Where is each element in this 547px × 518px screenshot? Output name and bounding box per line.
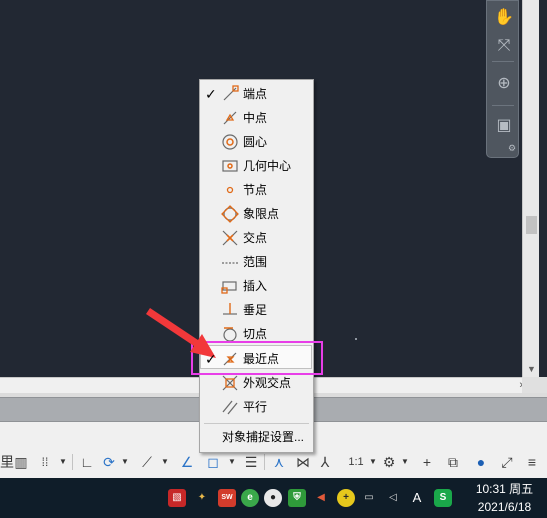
object-tracking-icon[interactable]: ∠ [178, 452, 196, 472]
navbar-divider [492, 105, 514, 106]
taskbar: ▧ ✦ SW e ● ⛨ ◀ + ▭ ◁ A S 10:31 周五 2021/6… [0, 478, 547, 518]
clean-screen-icon[interactable]: ⤢ [498, 452, 516, 472]
annotation-visibility-icon[interactable]: ⋏ [270, 452, 288, 472]
customize-menu-icon[interactable]: ≡ [522, 452, 542, 472]
clock[interactable]: 10:31 周五 2021/6/18 [462, 480, 547, 516]
edge-browser-icon[interactable]: e [241, 489, 259, 507]
status-divider [264, 454, 265, 470]
snap-mode-icon[interactable]: ⁞⁞ [36, 452, 54, 472]
network-pin-icon[interactable]: ✦ [193, 489, 211, 507]
geometric-center-snap-icon [221, 157, 239, 175]
canvas-point [355, 338, 357, 340]
snap-menu-item[interactable]: 象限点 [200, 202, 313, 226]
snap-menu-item[interactable]: 几何中心 [200, 154, 313, 178]
navbar-divider [492, 61, 514, 62]
menu-item-label: 圆心 [243, 135, 268, 149]
ortho-icon[interactable]: ∟ [78, 452, 96, 472]
snap-menu-item[interactable]: ✓ 最近点 [200, 347, 313, 371]
annotation-scale-value[interactable]: 1:1 [344, 452, 368, 472]
check-icon: ✓ [205, 86, 217, 102]
menu-item-label: 中点 [243, 111, 268, 125]
scroll-down-arrow-icon[interactable]: ▼ [523, 361, 540, 377]
clock-date: 2021/6/18 [477, 500, 532, 514]
snap-menu-item[interactable]: ✓ 端点 [200, 82, 313, 106]
menu-item-label: 节点 [243, 183, 268, 197]
grid-icon[interactable]: ▥ [12, 452, 30, 472]
vertical-scroll-thumb[interactable] [526, 216, 537, 234]
check-icon: ✓ [205, 351, 217, 367]
nearest-snap-icon [221, 350, 239, 368]
menu-item-label: 象限点 [243, 207, 280, 221]
shield-icon[interactable]: ⛨ [288, 489, 306, 507]
intersection-snap-icon [221, 229, 239, 247]
snap-menu-item[interactable]: 交点 [200, 226, 313, 250]
object-snap-menu: ✓端点中点圆心几何中心节点象限点交点范围插入垂足切点✓最近点外观交点平行 对象捕… [199, 79, 314, 453]
snap-menu-item[interactable]: 范围 [200, 250, 313, 274]
apparent-intersection-snap-icon [221, 374, 239, 392]
polar-tracking-icon[interactable]: ⟳ [100, 452, 118, 472]
add-icon[interactable]: + [418, 452, 436, 472]
speaker-icon[interactable]: ◁ [384, 489, 402, 507]
menu-item-label: 范围 [243, 255, 268, 269]
volume-icon[interactable]: ◀ [312, 489, 330, 507]
workspace-gear-icon[interactable]: ⚙ [380, 452, 398, 472]
menu-item-label: 交点 [243, 231, 268, 245]
snap-mode-dropdown-icon[interactable]: ▼ [58, 452, 68, 472]
app-red-icon[interactable]: ▧ [168, 489, 186, 507]
snap-menu-item[interactable]: 平行 [200, 395, 313, 419]
scale-dropdown-icon[interactable]: ▼ [368, 452, 378, 472]
menu-item-label: 垂足 [243, 303, 268, 317]
hardware-acceleration-icon[interactable]: ● [472, 452, 490, 472]
polar-dropdown-icon[interactable]: ▼ [120, 452, 130, 472]
navigation-bar: ✋ ⤧ ⊕ ▣ ⚙ [486, 0, 519, 158]
menu-item-label: 对象捕捉设置... [222, 430, 305, 444]
lineweight-icon[interactable]: ☰ [242, 452, 260, 472]
parallel-snap-icon [221, 398, 239, 416]
workspace-dropdown-icon[interactable]: ▼ [400, 452, 410, 472]
endpoint-snap-icon [221, 85, 239, 103]
menu-item-label: 最近点 [243, 352, 280, 366]
snap-menu-item[interactable]: 中点 [200, 106, 313, 130]
menu-item-label: 平行 [243, 400, 268, 414]
sogou-icon[interactable]: S [434, 489, 452, 507]
isometric-dropdown-icon[interactable]: ▼ [160, 452, 170, 472]
center-snap-icon [221, 133, 239, 151]
menu-divider [204, 423, 309, 424]
node-snap-icon [221, 181, 239, 199]
extension-snap-icon [221, 253, 239, 271]
menu-item-label: 端点 [243, 87, 268, 101]
insertion-snap-icon [221, 277, 239, 295]
yellow-app-icon[interactable]: + [337, 489, 355, 507]
midpoint-snap-icon [221, 109, 239, 127]
network-icon[interactable]: ▭ [360, 489, 378, 507]
menu-item-label: 几何中心 [243, 159, 292, 173]
snap-menu-item[interactable]: 圆心 [200, 130, 313, 154]
isolate-objects-icon[interactable]: ⧉ [444, 452, 462, 472]
isometric-icon[interactable]: ⟋ [138, 452, 156, 472]
quadrant-snap-icon [221, 205, 239, 223]
model-icon[interactable]: 里 [0, 452, 14, 472]
object-snap-settings-item[interactable]: 对象捕捉设置... [200, 425, 313, 449]
ime-icon[interactable]: A [408, 489, 426, 507]
snap-menu-item[interactable]: 节点 [200, 178, 313, 202]
showmotion-icon[interactable]: ▣ [493, 115, 515, 137]
zoom-icon[interactable]: ⤧ [493, 35, 515, 57]
status-divider [72, 454, 73, 470]
perpendicular-snap-icon [221, 301, 239, 319]
auto-scale-icon[interactable]: ⋈ [294, 452, 312, 472]
vertical-scrollbar[interactable]: ▼ [522, 0, 539, 377]
menu-item-label: 插入 [243, 279, 268, 293]
panda-icon[interactable]: ● [264, 489, 282, 507]
scrollbar-corner [522, 377, 547, 393]
sw-app-icon[interactable]: SW [218, 489, 236, 507]
navbar-settings-icon[interactable]: ⚙ [507, 143, 517, 153]
object-snap-icon[interactable]: ◻ [204, 452, 222, 472]
object-snap-dropdown-icon[interactable]: ▼ [227, 452, 237, 472]
snap-menu-item[interactable]: 插入 [200, 274, 313, 298]
pan-hand-icon[interactable]: ✋ [493, 7, 515, 29]
orbit-icon[interactable]: ⊕ [493, 73, 515, 95]
clock-time: 10:31 周五 [475, 482, 534, 496]
annotation-scale-icon[interactable]: ⅄ [316, 452, 334, 472]
